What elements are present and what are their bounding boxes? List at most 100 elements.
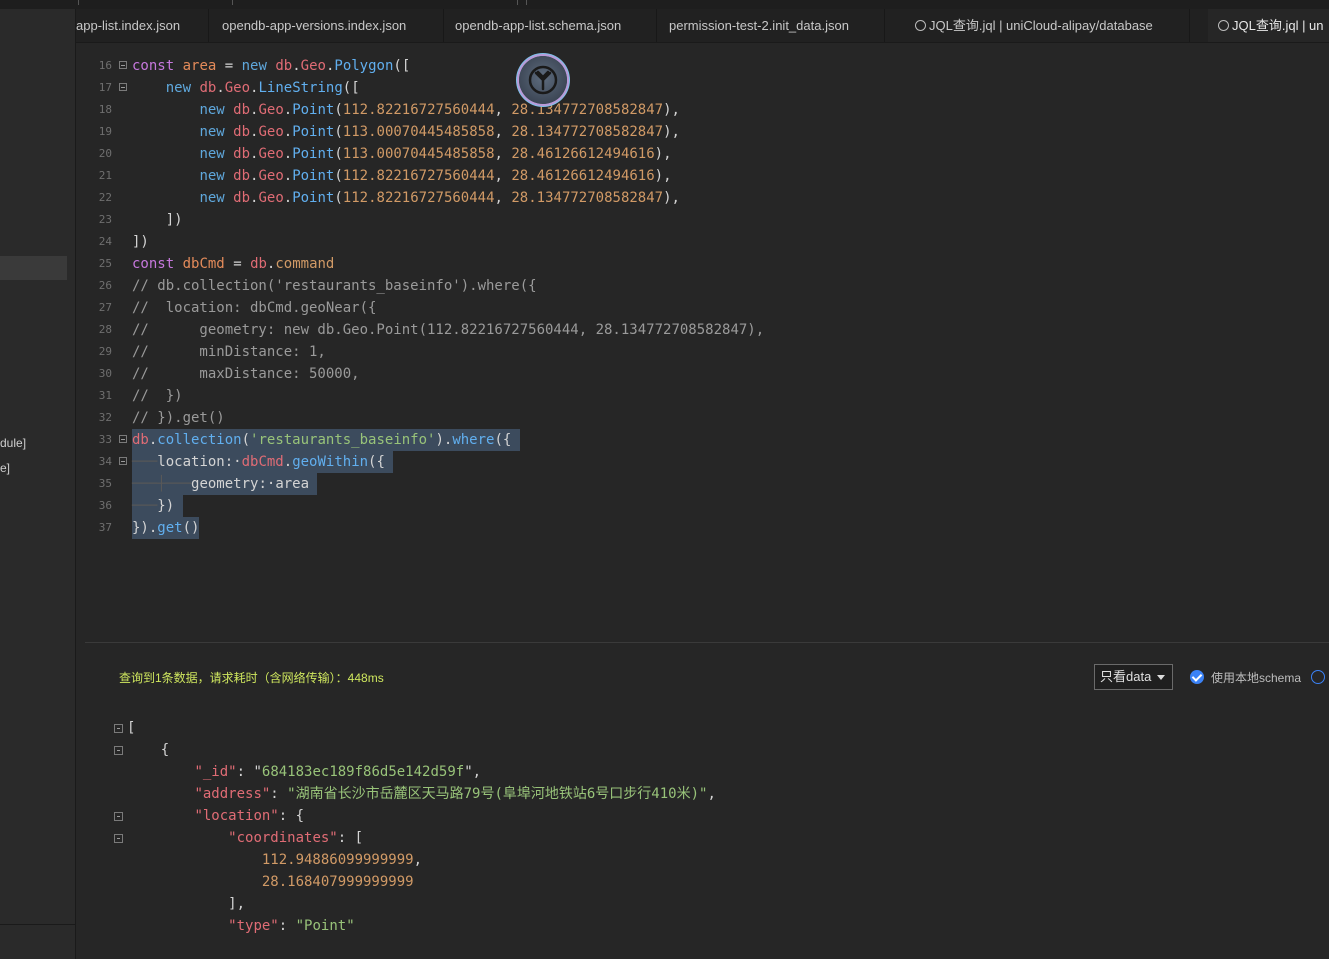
unicloud-floating-logo-icon[interactable] (519, 56, 567, 104)
code-line: 22 new db.Geo.Point(112.82216727560444, … (76, 187, 1329, 209)
point-longitude: 113.00070445485858 (342, 124, 495, 140)
code-line-selected: 34 ───location:·dbCmd.geoWithin({ (76, 451, 1329, 473)
code-line: 28 // geometry: new db.Geo.Point(112.8221… (76, 319, 1329, 341)
line-number: 32 (98, 411, 112, 424)
line-number: 31 (98, 389, 112, 402)
code-line: 32 // }).get() (76, 407, 1329, 429)
view-mode-select[interactable]: 只看data (1094, 664, 1173, 690)
code-line: 30 // maxDistance: 50000, (76, 363, 1329, 385)
code-line-selected: 33 db.collection('restaurants_baseinfo').… (76, 429, 1329, 451)
code-line: 17 new db.Geo.LineString([ (76, 77, 1329, 99)
option-radio[interactable] (1311, 670, 1325, 684)
code-line-selected: 37}).get() (76, 517, 1329, 539)
record-address-value: 湖南省长沙市岳麓区天马路79号(阜埠河地铁站6号口步行410米) (295, 786, 700, 802)
geometry-type-value: Point (304, 918, 347, 934)
code-line: 18 new db.Geo.Point(112.82216727560444, … (76, 99, 1329, 121)
window-top-strip (0, 0, 1329, 9)
code-line: 25 const dbCmd = db.command (76, 253, 1329, 275)
json-line: [ (76, 717, 1329, 739)
sidebar-item-label[interactable]: dule] (0, 436, 26, 450)
line-number: 22 (98, 191, 112, 204)
tab-permission-test-init-data[interactable]: permission-test-2.init_data.json (659, 9, 885, 42)
jql-file-icon (1218, 20, 1229, 31)
top-strip-tick (517, 0, 527, 5)
use-local-schema-label[interactable]: 使用本地schema (1211, 669, 1301, 686)
code-line: 29 // minDistance: 1, (76, 341, 1329, 363)
chevron-down-icon (1157, 675, 1165, 680)
json-line: "location": { (76, 805, 1329, 827)
json-line: "coordinates": [ (76, 827, 1329, 849)
tab-opendb-app-versions-index[interactable]: opendb-app-versions.index.json (212, 9, 444, 42)
top-strip-tick (78, 0, 79, 5)
line-number: 24 (98, 235, 112, 248)
line-number: 34 (98, 455, 112, 468)
line-number: 19 (98, 125, 112, 138)
code-line-selected: 36 ───}) (76, 495, 1329, 517)
code-line: 27 // location: dbCmd.geoNear({ (76, 297, 1329, 319)
json-line: 28.168407999999999 (76, 871, 1329, 893)
sidebar-selected-item[interactable] (0, 256, 67, 280)
code-line: 31 // }) (76, 385, 1329, 407)
code-line: 20 new db.Geo.Point(113.00070445485858, … (76, 143, 1329, 165)
code-comment: // }) (132, 388, 183, 404)
line-number: 18 (98, 103, 112, 116)
code-line: 16 const area = new db.Geo.Polygon([ (76, 55, 1329, 77)
fold-toggle[interactable] (119, 457, 127, 465)
file-explorer-sidebar: dule] e] (0, 9, 76, 959)
point-longitude: 113.00070445485858 (342, 146, 495, 162)
point-latitude: 28.134772708582847 (511, 124, 664, 140)
record-id-value: 684183ec189f86d5e142d59f (261, 764, 465, 780)
tab-label: JQL查询.jql | uniCloud-alipay/database (929, 18, 1153, 33)
code-comment: // minDistance: 1, (132, 344, 326, 360)
view-mode-value: 只看data (1100, 669, 1152, 684)
line-number: 20 (98, 147, 112, 160)
code-line: 19 new db.Geo.Point(113.00070445485858, … (76, 121, 1329, 143)
point-longitude: 112.82216727560444 (342, 102, 495, 118)
code-comment: // maxDistance: 50000, (132, 366, 360, 382)
tab-label: JQL查询.jql | un (1232, 18, 1324, 33)
fold-toggle[interactable] (114, 812, 123, 821)
collection-name-string: 'restaurants_baseinfo' (250, 432, 436, 448)
json-line: 112.94886099999999, (261, 852, 423, 868)
code-line: 23 ]) (76, 209, 1329, 231)
code-line-selected: 35 ───┼───geometry:·area (76, 473, 1329, 495)
json-line: "address": "湖南省长沙市岳麓区天马路79号(阜埠河地铁站6号口步行4… (194, 786, 716, 802)
line-number: 29 (98, 345, 112, 358)
fold-toggle[interactable] (114, 746, 123, 755)
tab-label: app-list.index.json (76, 18, 181, 33)
code-editor[interactable]: 16 const area = new db.Geo.Polygon([ 17 n… (76, 43, 1329, 641)
line-number: 17 (98, 81, 112, 94)
tab-opendb-app-list-schema[interactable]: opendb-app-list.schema.json (445, 9, 657, 42)
line-number: 33 (98, 433, 112, 446)
line-number: 27 (98, 301, 112, 314)
line-number: 25 (98, 257, 112, 270)
tab-label: permission-test-2.init_data.json (669, 18, 849, 33)
json-line: "type": "Point" (228, 918, 355, 934)
editor-tab-bar: app-list.index.json opendb-app-versions.… (76, 9, 1329, 43)
code-line: 21 new db.Geo.Point(112.82216727560444, … (76, 165, 1329, 187)
fold-toggle[interactable] (119, 83, 127, 91)
sidebar-divider (0, 924, 75, 925)
code-comment: // }).get() (132, 410, 225, 426)
tab-app-list-index[interactable]: app-list.index.json (76, 9, 209, 42)
fold-toggle[interactable] (114, 724, 123, 733)
point-latitude: 28.134772708582847 (511, 190, 664, 206)
tab-label: opendb-app-list.schema.json (455, 18, 622, 33)
sidebar-item-label[interactable]: e] (0, 461, 10, 475)
fold-toggle[interactable] (119, 435, 127, 443)
point-latitude: 28.46126612494616 (511, 146, 655, 162)
code-line: 26 // db.collection('restaurants_baseinfo… (76, 275, 1329, 297)
tab-jql-query-alipay[interactable]: JQL查询.jql | uniCloud-alipay/database (905, 9, 1190, 42)
top-strip-tick (232, 0, 233, 5)
point-latitude: 28.134772708582847 (511, 102, 664, 118)
line-number: 35 (98, 477, 112, 490)
use-local-schema-checkbox[interactable] (1190, 670, 1204, 684)
code-comment: // db.collection('restaurants_baseinfo')… (132, 278, 537, 294)
tab-jql-query-active[interactable]: JQL查询.jql | un (1208, 9, 1329, 42)
fold-toggle[interactable] (114, 834, 123, 843)
point-latitude: 28.46126612494616 (511, 168, 655, 184)
code-line: 24]) (76, 231, 1329, 253)
point-longitude: 112.82216727560444 (342, 168, 495, 184)
fold-toggle[interactable] (119, 61, 127, 69)
line-number: 21 (98, 169, 112, 182)
